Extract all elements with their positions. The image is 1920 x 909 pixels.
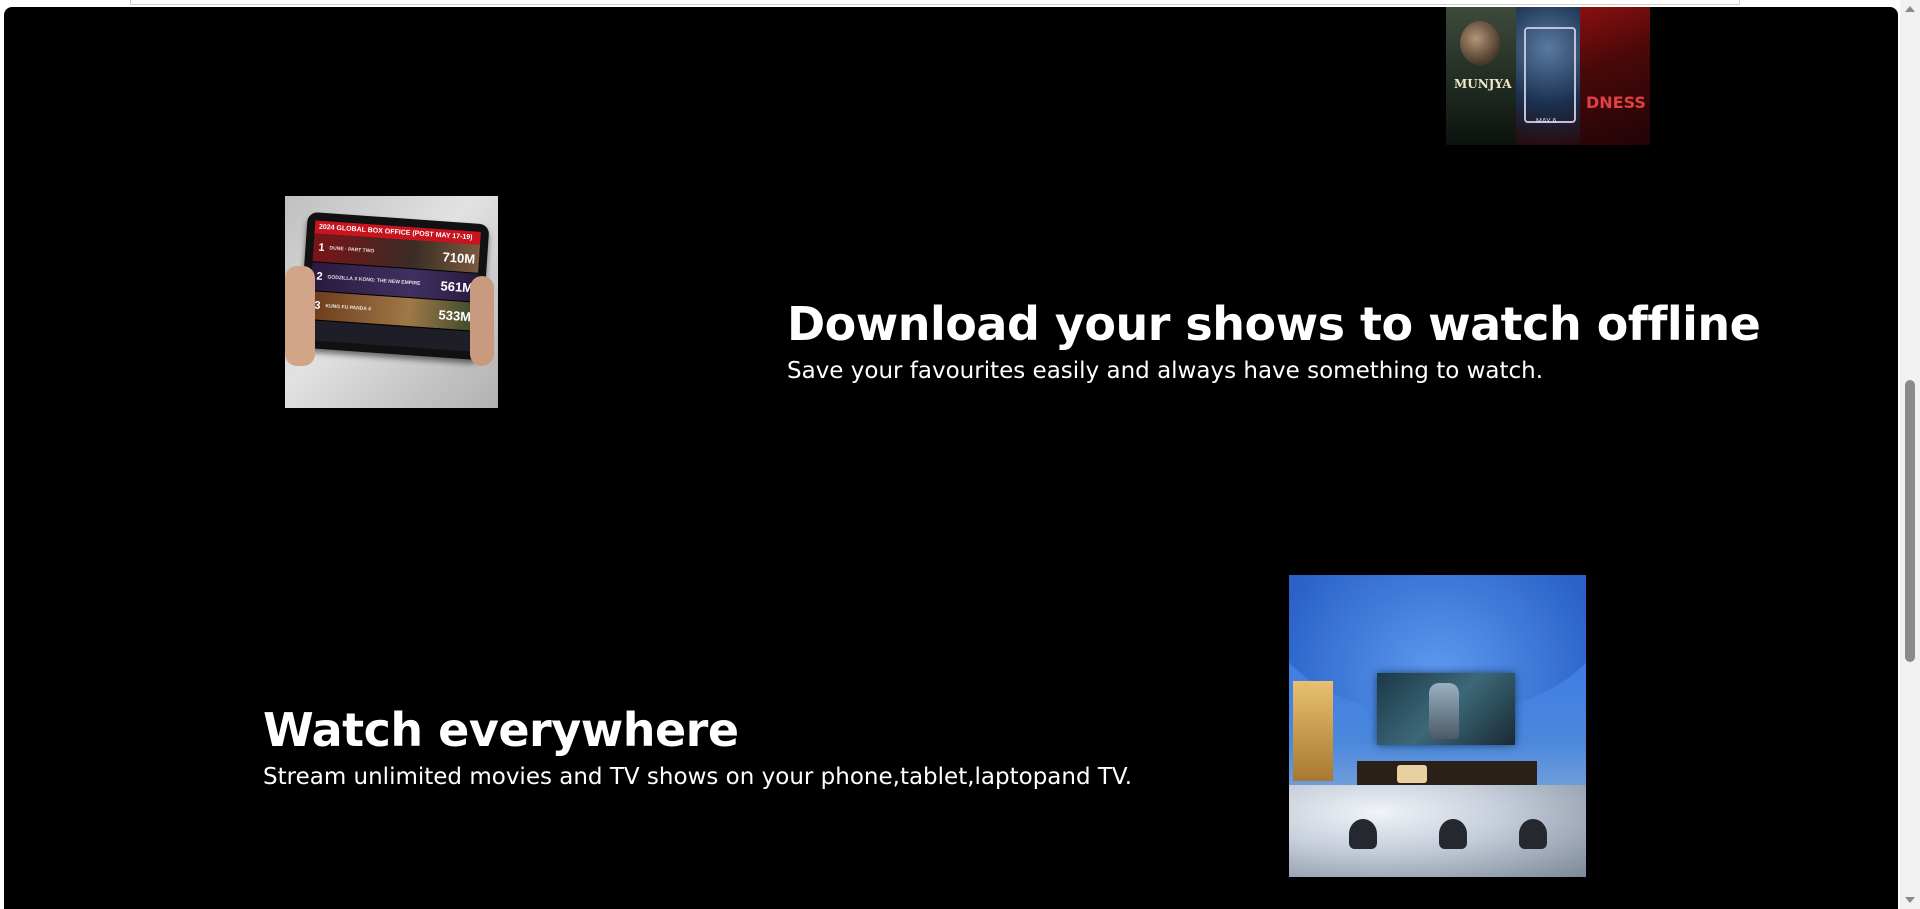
vertical-scrollbar[interactable]	[1900, 0, 1920, 909]
right-hand	[470, 276, 494, 366]
poster-date: MAY 6	[1536, 118, 1557, 125]
box-office-rank: 1	[318, 241, 325, 255]
theater-projection-screen	[1377, 673, 1515, 745]
left-hand	[285, 266, 315, 366]
scroll-down-arrow-icon[interactable]	[1905, 897, 1915, 903]
shelf-light	[1397, 765, 1427, 783]
viewer-silhouette	[1349, 819, 1377, 849]
download-feature-description: Save your favourites easily and always h…	[787, 358, 1544, 384]
scrollbar-thumb[interactable]	[1905, 380, 1915, 662]
previous-section-edge	[130, 0, 1740, 5]
poster-text: DNESS	[1586, 93, 1646, 112]
screen-figure	[1429, 683, 1459, 739]
page-content: MUNJYA MAY 6 DNESS 2024 GLOBAL BOX OFFIC…	[4, 7, 1898, 909]
poster-munjya: MUNJYA	[1446, 7, 1516, 145]
home-theater-image	[1289, 575, 1586, 877]
browser-viewport: MUNJYA MAY 6 DNESS 2024 GLOBAL BOX OFFIC…	[0, 0, 1920, 909]
download-feature-title: Download your shows to watch offline	[787, 297, 1761, 351]
poster-collage-image: MUNJYA MAY 6 DNESS	[1446, 7, 1650, 145]
poster-madness: DNESS	[1580, 7, 1650, 145]
theater-pillows	[1289, 785, 1586, 877]
box-office-label: KUNG FU PANDA 4	[325, 303, 372, 313]
phone-frame	[1524, 27, 1576, 123]
box-office-amount: 710M	[442, 248, 476, 267]
viewer-silhouette	[1519, 819, 1547, 849]
box-office-label: GODZILLA X KONG: THE NEW EMPIRE	[327, 274, 421, 287]
tablet-screen: 2024 GLOBAL BOX OFFICE (POST MAY 17-19) …	[307, 220, 481, 352]
everywhere-feature-description: Stream unlimited movies and TV shows on …	[263, 764, 1133, 790]
everywhere-feature-title: Watch everywhere	[263, 703, 739, 757]
theater-doorway	[1293, 681, 1333, 781]
box-office-amount: 533M	[438, 306, 472, 324]
poster-face	[1460, 21, 1500, 65]
poster-phone: MAY 6	[1516, 7, 1580, 145]
box-office-label: DUNE · PART TWO	[329, 245, 375, 255]
tablet-box-office-image: 2024 GLOBAL BOX OFFICE (POST MAY 17-19) …	[285, 196, 498, 408]
viewer-silhouette	[1439, 819, 1467, 849]
poster-title: MUNJYA	[1454, 77, 1512, 91]
scroll-up-arrow-icon[interactable]	[1905, 6, 1915, 12]
tablet-device: 2024 GLOBAL BOX OFFICE (POST MAY 17-19) …	[298, 211, 490, 361]
theater-shelf	[1357, 761, 1537, 787]
